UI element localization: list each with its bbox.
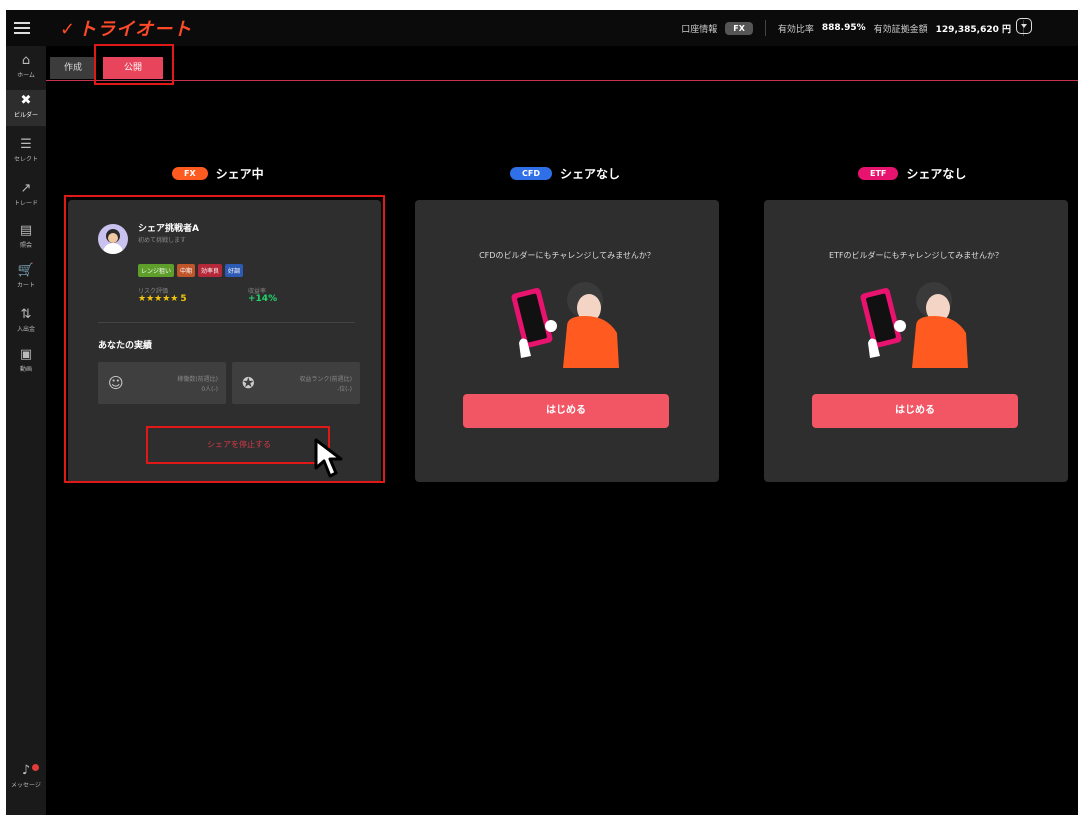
performance-box-operations: ☺ 稼働数(前週比) 0人(-) [98,362,226,404]
app-logo[interactable]: ✓ トライオート [60,15,192,41]
tag-range: レンジ狙い [138,264,175,277]
fx-share-card: シェア挑戦者A 初めて挑戦します レンジ狙い 中期 効率良 好調 リスク評価 収… [68,200,381,483]
etf-share-status: シェアなし [906,167,967,181]
phone-user-illustration-icon [860,282,968,368]
etf-card: ETFのビルダーにもチャレンジしてみませんか？ はじめる [764,200,1068,482]
sidebar-item-trade[interactable]: ↗ トレード [6,181,46,208]
cart-icon: 🛒 [17,263,35,278]
ratio-value: 888.95% [821,23,866,33]
tag-list: レンジ狙い 中期 効率良 好調 [138,264,244,277]
risk-value: 5 [180,294,187,304]
app-window: ✓ トライオート 口座情報 FX 有効比率 888.95% 有効証拠金額 129,… [6,10,1078,815]
fx-badge: FX [172,167,208,180]
ratio-label: 有効比率 [777,24,814,35]
star-rating-icon: ★★★★★ [138,294,179,304]
start-button-cfd[interactable]: はじめる [463,394,669,428]
return-value: +14% [248,294,278,304]
fx-share-status: シェア中 [215,167,264,181]
fx-section-header: FX シェア中 [172,165,264,182]
etf-section-header: ETF シェアなし [858,165,966,182]
account-type-badge[interactable]: FX [725,21,753,35]
inquiry-icon: ▤ [19,223,33,238]
video-icon: ▣ [19,347,33,362]
etf-message: ETFのビルダーにもチャレンジしてみませんか？ [829,251,1003,260]
select-icon: ☰ [20,137,32,152]
etf-badge: ETF [858,167,899,180]
perf-label: 収益ランク(前週比) [299,376,352,383]
perf-value: 0人(-) [201,386,218,393]
cfd-message: CFDのビルダーにもチャレンジしてみませんか？ [479,251,655,260]
tag-midterm: 中期 [177,264,196,277]
tag-efficient: 効率良 [198,264,223,277]
stop-share-button[interactable]: シェアを停止する [150,428,328,462]
mouse-cursor-icon [314,438,343,478]
cfd-share-status: シェアなし [559,167,620,181]
user-check-icon: ☺ [108,374,124,392]
perf-value: -位(-) [336,386,352,393]
logo-check-icon: ✓ [60,19,77,40]
notification-dot [32,764,39,771]
tab-bar: 作成 公開 [46,52,1078,81]
chevron-down-icon[interactable] [1016,18,1032,34]
star-badge-icon: ✪ [242,374,255,392]
user-name: シェア挑戦者A [138,224,199,234]
sidebar-item-inquiry[interactable]: ▤ 照会 [6,223,46,250]
perf-label: 稼働数(前週比) [177,376,218,383]
divider [98,322,355,323]
sidebar-item-home[interactable]: ⌂ ホーム [6,53,46,80]
risk-rating: ★★★★★ 5 [138,294,187,304]
tools-icon: ✖ [20,93,32,108]
cfd-section-header: CFD シェアなし [510,165,620,182]
start-button-etf[interactable]: はじめる [812,394,1018,428]
divider [764,20,766,36]
transfer-icon: ⇅ [20,307,32,322]
performance-title: あなたの実績 [98,341,153,351]
trade-icon: ↗ [20,181,32,196]
hamburger-menu-icon[interactable] [14,19,30,35]
tab-public[interactable]: 公開 [103,57,163,79]
bell-icon: ♪ [21,763,31,778]
account-summary: 口座情報 FX 有効比率 888.95% 有効証拠金額 129,385,620 … [681,20,1028,36]
home-icon: ⌂ [21,53,31,68]
sidebar-item-select[interactable]: ☰ セレクト [6,137,46,164]
sidebar-item-messages[interactable]: ♪ メッセージ [6,763,46,790]
sidebar-item-video[interactable]: ▣ 動画 [6,347,46,374]
cfd-badge: CFD [510,167,552,180]
avatar [98,224,128,254]
sidebar: ⌂ ホーム ✖ ビルダー ☰ セレクト ↗ トレード ▤ 照会 🛒 カート ⇅ … [6,46,46,815]
sidebar-item-transfer[interactable]: ⇅ 入出金 [6,307,46,334]
top-bar: ✓ トライオート 口座情報 FX 有効比率 888.95% 有効証拠金額 129,… [6,10,1078,46]
margin-label: 有効証拠金額 [873,24,928,35]
tab-create[interactable]: 作成 [50,57,96,79]
cfd-card: CFDのビルダーにもチャレンジしてみませんか？ はじめる [415,200,719,482]
sidebar-item-cart[interactable]: 🛒 カート [6,263,46,290]
phone-user-illustration-icon [511,282,619,368]
tag-good: 好調 [225,264,244,277]
user-subtitle: 初めて挑戦します [138,237,187,244]
margin-value: 129,385,620 円 [935,24,1011,35]
performance-box-rank: ✪ 収益ランク(前週比) -位(-) [232,362,360,404]
account-info-label[interactable]: 口座情報 [681,22,717,35]
sidebar-item-builder[interactable]: ✖ ビルダー [6,90,46,126]
